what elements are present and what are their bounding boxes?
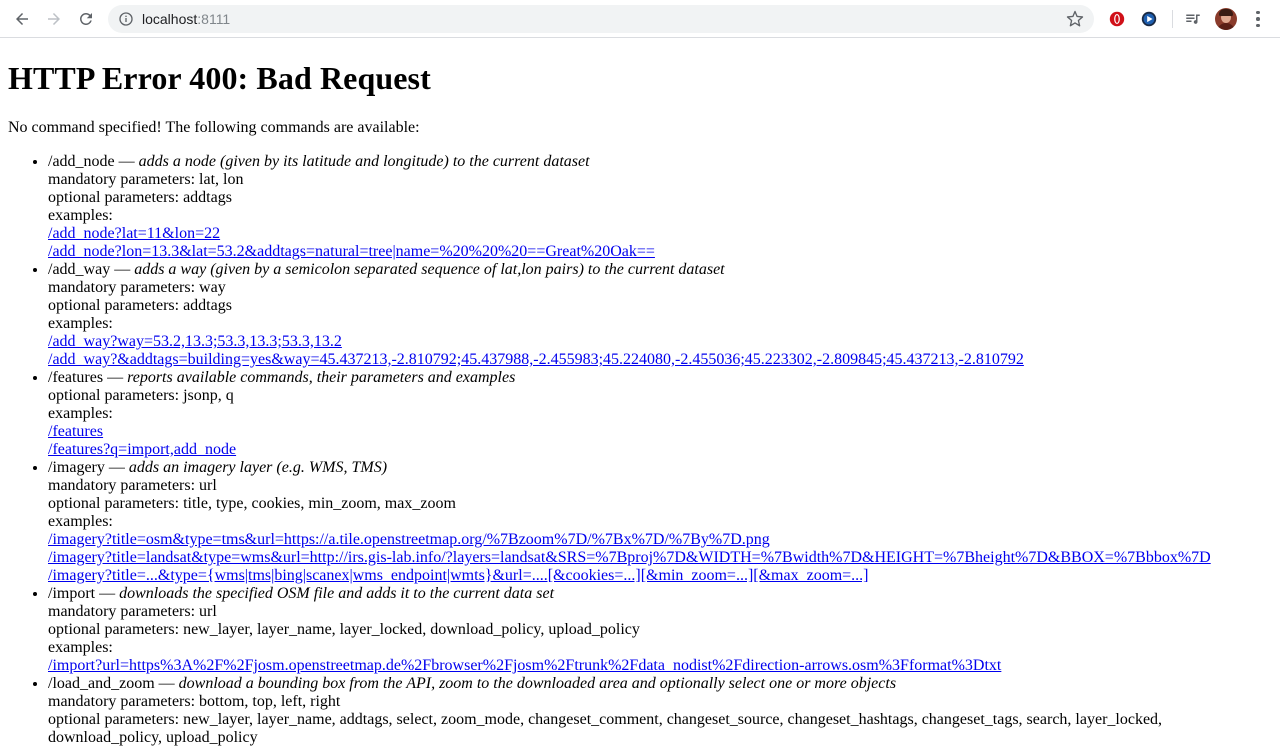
optional-parameters: optional parameters: new_layer, layer_na…: [48, 711, 1163, 728]
command-item: /imagery — adds an imagery layer (e.g. W…: [48, 459, 1272, 585]
command-name: /add_node: [48, 153, 115, 170]
mandatory-parameters: mandatory parameters: way: [48, 279, 226, 296]
back-button[interactable]: [10, 7, 34, 31]
command-item: /import — downloads the specified OSM fi…: [48, 585, 1272, 675]
command-description: download a bounding box from the API, zo…: [178, 675, 897, 692]
example-link[interactable]: /import?url=https%3A%2F%2Fjosm.openstree…: [48, 657, 1272, 675]
command-header: /import — downloads the specified OSM fi…: [48, 585, 555, 602]
mandatory-parameters: mandatory parameters: url: [48, 477, 217, 494]
page-title: HTTP Error 400: Bad Request: [8, 60, 431, 96]
examples-label: examples:: [48, 513, 113, 530]
menu-dot-icon: [1256, 10, 1260, 15]
opera-extension-icon[interactable]: [1107, 9, 1127, 29]
command-list: /add_node — adds a node (given by its la…: [8, 153, 1272, 747]
example-link[interactable]: /add_way?way=53.2,13.3;53.3,13.3;53.3,13…: [48, 333, 1272, 351]
url-host: localhost: [142, 11, 198, 27]
command-header: /features — reports available commands, …: [48, 369, 516, 386]
forward-button[interactable]: [42, 7, 66, 31]
command-description: downloads the specified OSM file and add…: [119, 585, 555, 602]
examples-label: examples:: [48, 405, 113, 422]
command-item: /add_way — adds a way (given by a semico…: [48, 261, 1272, 369]
optional-parameters: optional parameters: title, type, cookie…: [48, 495, 456, 512]
bookmark-star-icon[interactable]: [1066, 10, 1084, 28]
optional-parameters: optional parameters: addtags: [48, 189, 232, 206]
command-name: /features: [48, 369, 104, 386]
media-queue-icon[interactable]: [1183, 9, 1203, 29]
examples-label: examples:: [48, 207, 113, 224]
example-link[interactable]: /add_way?&addtags=building=yes&way=45.43…: [48, 351, 1272, 369]
command-name: /imagery: [48, 459, 105, 476]
optional-parameters-continued: download_policy, upload_policy: [48, 729, 258, 746]
menu-dot-icon: [1256, 23, 1260, 28]
arrow-right-icon: [48, 13, 60, 25]
url-port: :8111: [197, 11, 231, 27]
command-name: /add_way: [48, 261, 111, 278]
mandatory-parameters: mandatory parameters: lat, lon: [48, 171, 244, 188]
menu-dot-icon: [1256, 17, 1260, 21]
mandatory-parameters: mandatory parameters: url: [48, 603, 217, 620]
optional-parameters: optional parameters: new_layer, layer_na…: [48, 621, 640, 638]
media-extension-icon[interactable]: [1139, 9, 1159, 29]
example-link[interactable]: /features?q=import,add_node: [48, 441, 1272, 459]
browser-menu-button[interactable]: [1250, 9, 1266, 29]
command-description: adds a node (given by its latitude and l…: [138, 153, 590, 170]
page-content: HTTP Error 400: Bad Request No command s…: [0, 58, 1280, 747]
info-icon[interactable]: [118, 11, 134, 27]
profile-avatar[interactable]: [1215, 8, 1237, 30]
command-name: /load_and_zoom: [48, 675, 155, 692]
command-item: /add_node — adds a node (given by its la…: [48, 153, 1272, 261]
browser-toolbar: localhost:8111: [0, 0, 1280, 38]
command-description: reports available commands, their parame…: [127, 369, 516, 386]
example-link[interactable]: /imagery?title=landsat&type=wms&url=http…: [48, 549, 1272, 567]
arrow-left-icon: [16, 13, 28, 25]
command-item: /features — reports available commands, …: [48, 369, 1272, 459]
command-header: /load_and_zoom — download a bounding box…: [48, 675, 897, 692]
command-description: adds an imagery layer (e.g. WMS, TMS): [128, 459, 388, 476]
command-item: /load_and_zoom — download a bounding box…: [48, 675, 1272, 747]
mandatory-parameters: mandatory parameters: bottom, top, left,…: [48, 693, 341, 710]
command-description: adds a way (given by a semicolon separat…: [134, 261, 725, 278]
reload-button[interactable]: [74, 7, 98, 31]
toolbar-separator: [1172, 10, 1173, 28]
reload-icon: [79, 12, 92, 25]
command-name: /import: [48, 585, 96, 602]
command-header: /add_node — adds a node (given by its la…: [48, 153, 590, 170]
examples-label: examples:: [48, 315, 113, 332]
command-header: /add_way — adds a way (given by a semico…: [48, 261, 725, 278]
examples-label: examples:: [48, 639, 113, 656]
address-bar[interactable]: localhost:8111: [108, 5, 1094, 33]
example-link[interactable]: /imagery?title=...&type={wms|tms|bing|sc…: [48, 567, 1272, 585]
optional-parameters: optional parameters: addtags: [48, 297, 232, 314]
example-link[interactable]: /add_node?lon=13.3&lat=53.2&addtags=natu…: [48, 243, 1272, 261]
example-link[interactable]: /add_node?lat=11&lon=22: [48, 225, 1272, 243]
example-link[interactable]: /imagery?title=osm&type=tms&url=https://…: [48, 531, 1272, 549]
url-text[interactable]: localhost:8111: [142, 5, 230, 33]
optional-parameters: optional parameters: jsonp, q: [48, 387, 234, 404]
intro-text: No command specified! The following comm…: [8, 119, 420, 136]
example-link[interactable]: /features: [48, 423, 1272, 441]
command-header: /imagery — adds an imagery layer (e.g. W…: [48, 459, 388, 476]
